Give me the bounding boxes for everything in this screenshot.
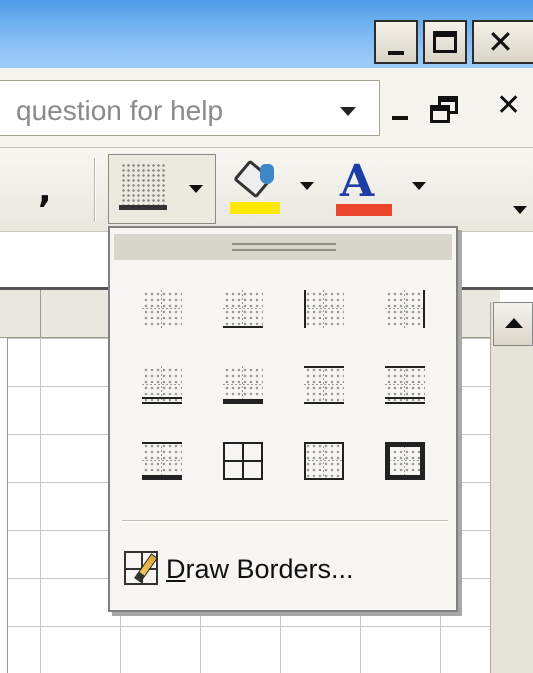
comma-style-button[interactable]: , <box>38 170 52 211</box>
paint-drop-icon <box>260 164 274 184</box>
borders-button[interactable] <box>108 154 216 224</box>
font-color-icon: A <box>340 156 375 207</box>
fill-color-button[interactable] <box>230 159 282 214</box>
vertical-scrollbar[interactable] <box>490 302 533 673</box>
icon-border-line <box>304 402 344 404</box>
draw-borders-label-text: raw Borders... <box>185 553 354 584</box>
toolbar-options-arrow-icon[interactable] <box>513 206 527 214</box>
left-border-icon <box>304 290 344 328</box>
thick-bottom-border-option[interactable] <box>223 366 263 404</box>
no-border-icon <box>142 290 182 328</box>
icon-border-line <box>142 442 182 444</box>
bottom-border-icon <box>223 290 263 328</box>
icon-border-line <box>223 399 263 404</box>
icon-dotted-line <box>385 308 425 309</box>
icon-dotted-line <box>142 308 182 309</box>
grip-line <box>232 249 336 251</box>
restore-icon-front <box>430 105 450 123</box>
icon-dotted-line <box>404 290 405 328</box>
icon-dotted-line <box>161 290 162 328</box>
icon-dotted-line <box>242 290 243 328</box>
window-close-button[interactable]: ✕ <box>472 20 533 64</box>
close-icon: ✕ <box>487 23 514 61</box>
window-maximize-button[interactable] <box>423 20 467 64</box>
icon-dotted-line <box>142 460 182 461</box>
bottom-border-option[interactable] <box>223 290 263 328</box>
document-close-button[interactable]: ✕ <box>496 88 521 123</box>
icon-border-line <box>142 402 182 404</box>
icon-dotted-line <box>304 308 344 309</box>
ask-question-box[interactable]: question for help <box>0 80 380 136</box>
left-border-option[interactable] <box>304 290 344 328</box>
font-color-button[interactable]: A <box>336 156 392 216</box>
icon-border-line <box>385 442 425 480</box>
formatting-toolbar: , A » <box>0 148 533 340</box>
borders-palette: Draw Borders... <box>108 226 458 612</box>
icon-dotted-line <box>323 290 324 328</box>
icon-border-line <box>142 397 182 399</box>
maximize-icon <box>433 31 457 53</box>
borders-icon-bottom-line <box>119 205 167 210</box>
fill-color-dropdown-arrow-icon[interactable] <box>300 182 314 190</box>
scroll-up-arrow-icon <box>505 318 523 328</box>
column-header-divider[interactable] <box>40 290 41 338</box>
no-border-option[interactable] <box>142 290 182 328</box>
icon-dotted-line <box>223 308 263 309</box>
toolbar-separator <box>94 158 96 222</box>
draw-borders-label: Draw Borders... <box>166 554 354 585</box>
title-bar: ✕ <box>0 0 533 68</box>
right-border-icon <box>385 290 425 328</box>
fill-color-swatch <box>230 202 280 214</box>
top-and-bottom-border-option[interactable] <box>304 366 344 404</box>
icon-dotted-line <box>223 384 263 385</box>
icon-border-line <box>304 366 344 368</box>
top-and-double-bottom-border-option[interactable] <box>385 366 425 404</box>
right-border-option[interactable] <box>385 290 425 328</box>
thick-box-border-option[interactable] <box>385 442 425 480</box>
minimize-icon <box>388 51 404 55</box>
bottom-double-border-option[interactable] <box>142 366 182 404</box>
ask-question-dropdown-arrow-icon[interactable] <box>340 107 356 116</box>
top-and-bottom-border-icon <box>304 366 344 404</box>
icon-dotted-line <box>323 366 324 404</box>
draw-borders-icon <box>124 551 160 587</box>
borders-dropdown-arrow-icon[interactable] <box>189 185 203 193</box>
scroll-up-button[interactable] <box>493 302 533 346</box>
icon-border-line <box>304 290 306 328</box>
icon-dotted-line <box>385 384 425 385</box>
draw-borders-button[interactable]: Draw Borders... <box>124 546 444 592</box>
grip-line <box>232 243 336 245</box>
icon-border-line <box>223 326 263 328</box>
icon-border-line <box>385 402 425 404</box>
ask-question-placeholder: question for help <box>16 95 224 126</box>
document-restore-button[interactable] <box>430 96 460 126</box>
icon-border-line <box>385 397 425 399</box>
icon-border-line <box>304 442 344 480</box>
icon-dotted-line <box>304 384 344 385</box>
row-header-edge <box>0 338 8 673</box>
font-color-swatch <box>336 204 392 216</box>
draw-borders-accelerator: D <box>166 553 186 584</box>
document-minimize-button[interactable] <box>392 116 408 120</box>
icon-border-line <box>223 460 263 462</box>
icon-dotted-line <box>142 384 182 385</box>
outside-borders-option[interactable] <box>304 442 344 480</box>
icon-border-line <box>385 366 425 368</box>
palette-move-handle[interactable] <box>114 234 452 260</box>
font-color-dropdown-arrow-icon[interactable] <box>412 182 426 190</box>
palette-separator <box>122 520 448 522</box>
borders-icon <box>121 163 165 205</box>
menu-bar: question for help ✕ <box>0 68 533 148</box>
icon-border-line <box>423 290 425 328</box>
top-and-thick-bottom-border-option[interactable] <box>142 442 182 480</box>
window-minimize-button[interactable] <box>374 20 418 64</box>
all-borders-option[interactable] <box>223 442 263 480</box>
icon-border-line <box>142 475 182 480</box>
